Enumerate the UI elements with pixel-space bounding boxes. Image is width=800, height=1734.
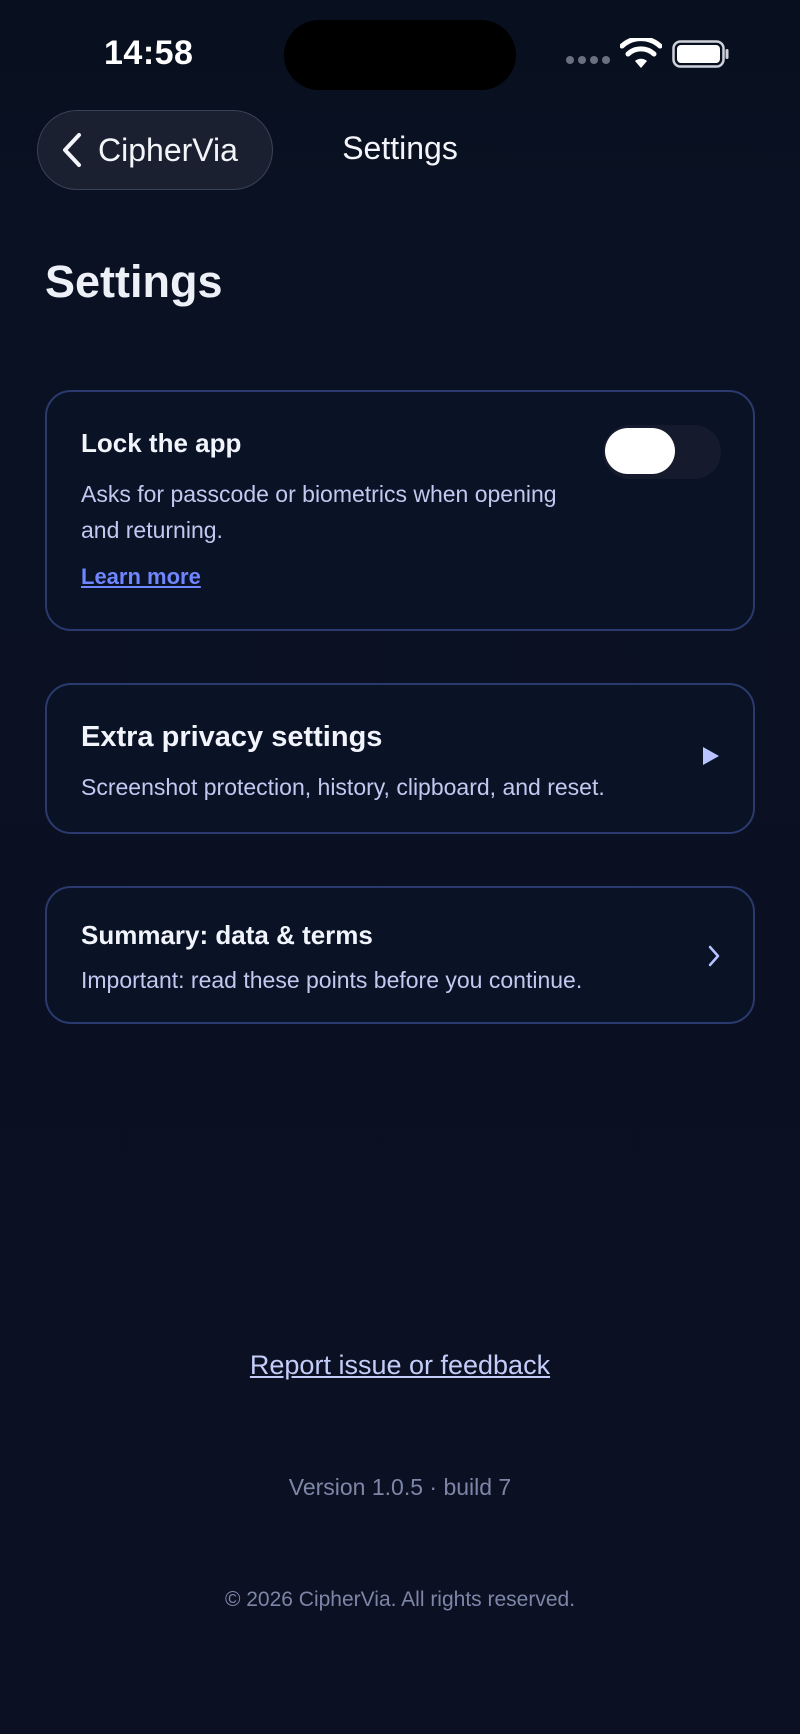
copyright-text: © 2026 CipherVia. All rights reserved. xyxy=(224,1588,576,1611)
learn-more-link[interactable]: Learn more xyxy=(81,564,201,590)
wifi-icon xyxy=(620,38,662,68)
page-title: Settings xyxy=(45,256,223,307)
battery-icon xyxy=(672,40,729,68)
lock-app-title: Lock the app xyxy=(81,428,242,458)
nav-title: Settings xyxy=(342,130,458,166)
extra-privacy-settings-card[interactable]: Extra privacy settings Screenshot protec… xyxy=(45,683,755,834)
summary-title: Summary: data & terms xyxy=(81,920,373,950)
settings-screen: 14:58 CipherVia Settings Settings Lock t… xyxy=(0,0,800,1734)
back-button[interactable]: CipherVia xyxy=(37,110,273,190)
chevron-left-icon xyxy=(63,133,81,167)
play-icon xyxy=(703,747,719,765)
report-issue-link[interactable]: Report issue or feedback xyxy=(0,1350,800,1381)
version-text: Version 1.0.5 · build 7 xyxy=(288,1474,512,1500)
extra-privacy-description: Screenshot protection, history, clipboar… xyxy=(81,774,605,800)
status-time: 14:58 xyxy=(104,34,194,72)
cellular-signal-icon xyxy=(566,56,610,66)
summary-data-terms-card[interactable]: Summary: data & terms Important: read th… xyxy=(45,886,755,1024)
dynamic-island xyxy=(284,20,516,90)
toggle-knob xyxy=(605,428,675,474)
summary-description: Important: read these points before you … xyxy=(81,967,583,993)
chevron-right-icon xyxy=(708,945,720,967)
extra-privacy-title: Extra privacy settings xyxy=(81,721,383,753)
lock-app-card: Lock the app Asks for passcode or biomet… xyxy=(45,390,755,631)
lock-app-description: Asks for passcode or biometrics when ope… xyxy=(81,481,557,543)
back-button-label: CipherVia xyxy=(98,131,238,168)
status-bar: 14:58 xyxy=(0,0,800,100)
lock-app-toggle[interactable] xyxy=(603,425,721,479)
